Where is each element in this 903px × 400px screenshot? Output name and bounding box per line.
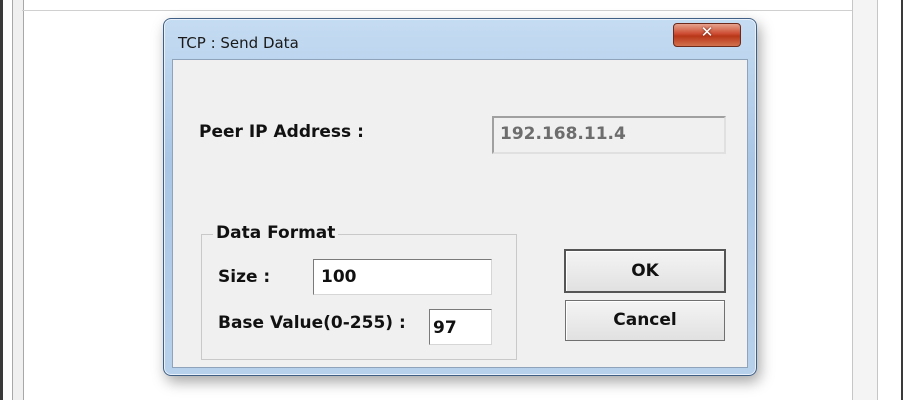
background-window-left-frame [12,0,24,400]
dialog-client-area: Peer IP Address : 192.168.11.4 Data Form… [172,59,748,368]
base-value-input[interactable]: 97 [429,309,492,345]
close-icon: ✕ [700,23,714,41]
size-input[interactable]: 100 [313,259,492,295]
close-button[interactable]: ✕ [673,23,741,47]
background-window-scrollbar[interactable] [852,0,878,400]
base-value-label: Base Value(0-255) : [218,313,406,333]
background-window-left-border [0,0,3,400]
peer-ip-label: Peer IP Address : [199,122,364,142]
send-data-dialog: TCP : Send Data ✕ Peer IP Address : 192.… [163,18,757,376]
size-label: Size : [218,267,271,287]
cancel-button[interactable]: Cancel [565,300,725,341]
peer-ip-field: 192.168.11.4 [492,116,726,154]
data-format-group-label: Data Format [213,223,339,243]
background-window-top-line [22,10,852,11]
ok-button[interactable]: OK [564,249,726,293]
dialog-title: TCP : Send Data [178,34,299,52]
